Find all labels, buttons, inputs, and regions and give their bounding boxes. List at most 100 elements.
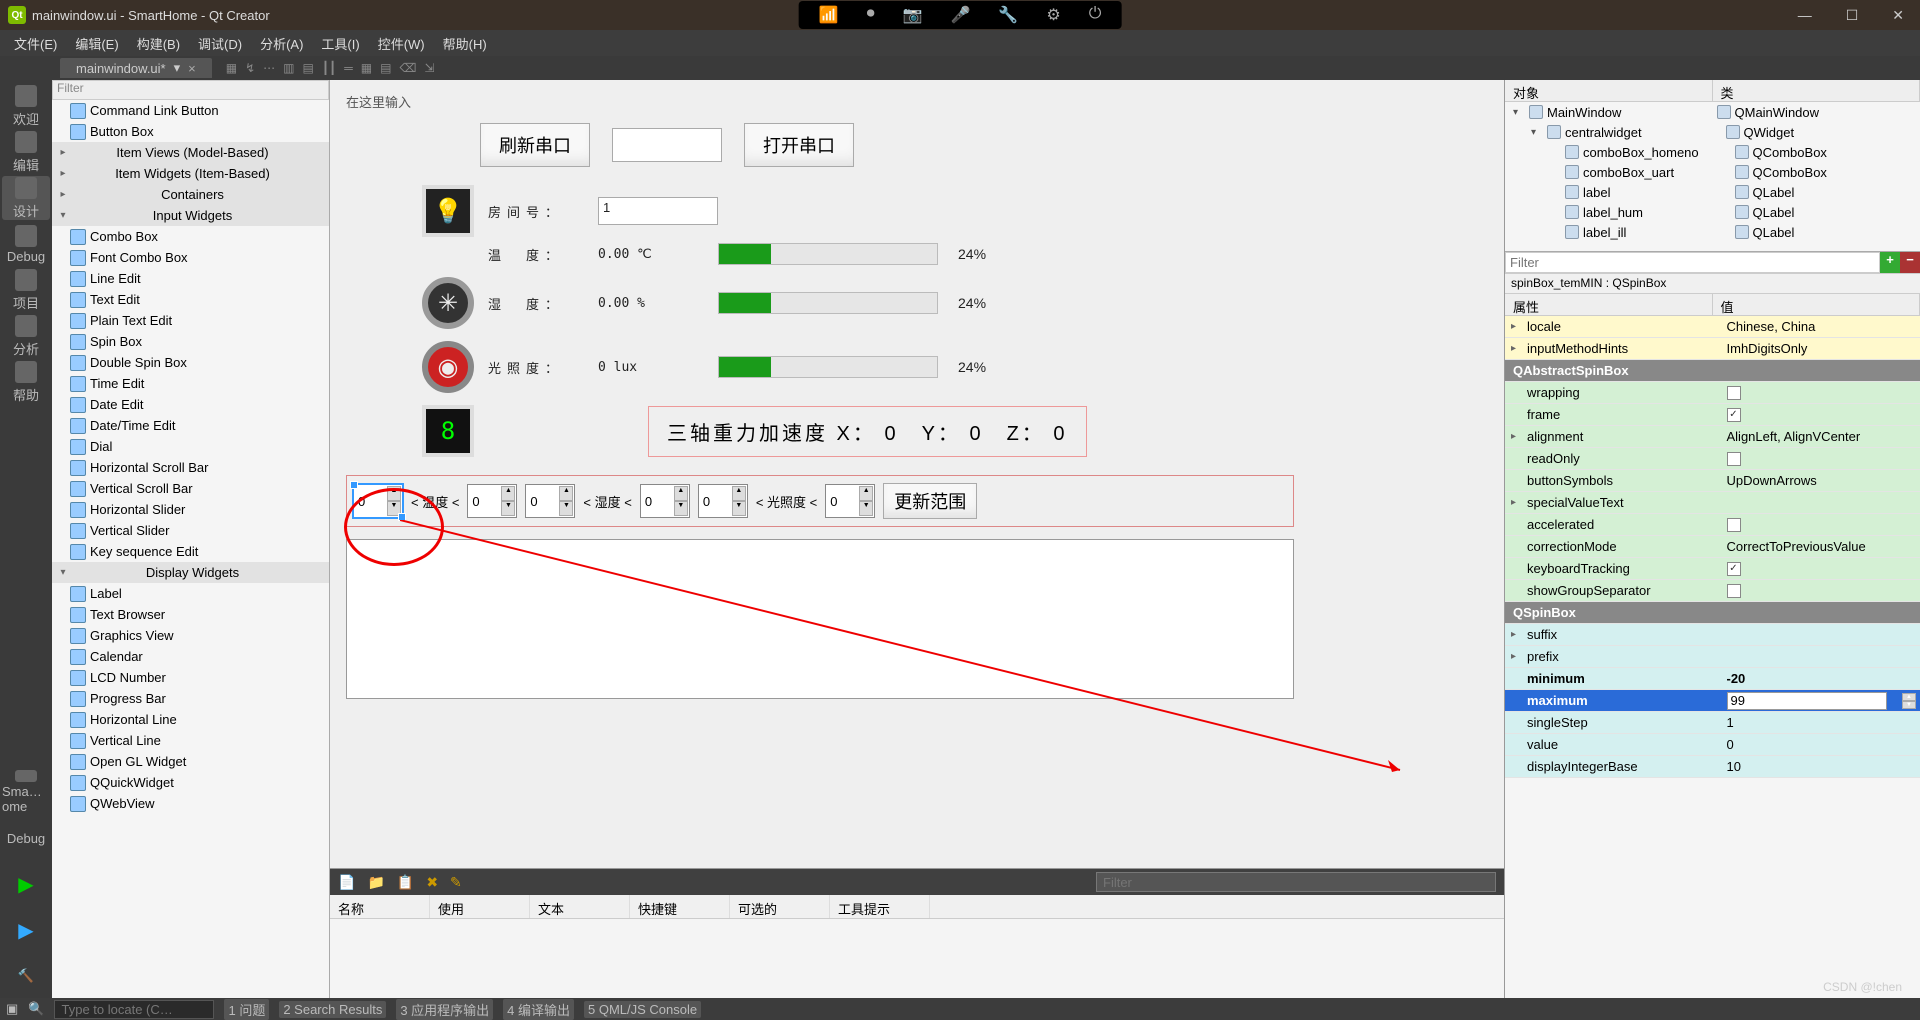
property-row[interactable]: maximum▲▼ — [1505, 690, 1920, 712]
property-value-input[interactable] — [1727, 692, 1887, 710]
wand-icon[interactable]: ✎ — [450, 874, 462, 891]
port-combobox[interactable] — [612, 128, 722, 162]
object-row[interactable]: ▾MainWindowQMainWindow — [1505, 102, 1920, 122]
delete-icon[interactable]: ✖ — [426, 874, 438, 891]
spinbox-temp-min[interactable]: 0▲▼ — [353, 484, 403, 518]
widgetbox-item[interactable]: Key sequence Edit — [52, 541, 329, 562]
property-row[interactable]: ▸specialValueText — [1505, 492, 1920, 514]
menu-file[interactable]: 文件(E) — [6, 31, 65, 56]
layout-v-icon[interactable]: ▤ — [302, 61, 313, 75]
layout-vsplit-icon[interactable]: ═ — [344, 61, 353, 75]
property-row[interactable]: frame✓ — [1505, 404, 1920, 426]
break-layout-icon[interactable]: ⌫ — [399, 61, 416, 75]
edit-buddies-icon[interactable]: ⋯ — [263, 61, 275, 75]
property-row[interactable]: readOnly — [1505, 448, 1920, 470]
object-row[interactable]: ▾centralwidgetQWidget — [1505, 122, 1920, 142]
widgetbox-item[interactable]: Vertical Scroll Bar — [52, 478, 329, 499]
widgetbox-item[interactable]: QWebView — [52, 793, 329, 814]
property-row[interactable]: ▸suffix — [1505, 624, 1920, 646]
property-row[interactable]: keyboardTracking✓ — [1505, 558, 1920, 580]
widgetbox-item[interactable]: Plain Text Edit — [52, 310, 329, 331]
log-textedit[interactable] — [346, 539, 1294, 699]
close-icon[interactable]: × — [188, 61, 196, 76]
widgetbox-item[interactable]: Vertical Line — [52, 730, 329, 751]
property-row[interactable]: buttonSymbolsUpDownArrows — [1505, 470, 1920, 492]
widgetbox-item[interactable]: Graphics View — [52, 625, 329, 646]
widgetbox-item[interactable]: Horizontal Scroll Bar — [52, 457, 329, 478]
property-row[interactable]: ▸localeChinese, China — [1505, 316, 1920, 338]
debug-run-button[interactable]: ▶ — [2, 908, 50, 952]
output-search[interactable]: 2 Search Results — [279, 1001, 386, 1018]
form-canvas[interactable]: 在这里输入 刷新串口 打开串口 💡 房间号： 1 温 度： — [330, 80, 1504, 868]
widgetbox-filter[interactable]: Filter — [52, 80, 329, 100]
build-button[interactable]: 🔨 — [2, 954, 50, 998]
mode-analyze[interactable]: 分析 — [2, 314, 50, 358]
build-config[interactable]: Debug — [2, 816, 50, 860]
edit-signals-icon[interactable]: ↯ — [245, 61, 255, 75]
folder-icon[interactable]: 📁 — [367, 874, 384, 891]
object-inspector[interactable]: ▾MainWindowQMainWindow▾centralwidgetQWid… — [1505, 102, 1920, 252]
property-row[interactable]: accelerated — [1505, 514, 1920, 536]
layout-form-icon[interactable]: ▤ — [380, 61, 391, 75]
menu-edit[interactable]: 编辑(E) — [67, 31, 126, 56]
camera-icon[interactable]: 📷 — [903, 5, 923, 25]
property-row[interactable]: QAbstractSpinBox — [1505, 360, 1920, 382]
record-icon[interactable]: ⏺ — [867, 5, 875, 25]
widgetbox-item[interactable]: QQuickWidget — [52, 772, 329, 793]
menu-debug[interactable]: 调试(D) — [190, 31, 250, 56]
property-row[interactable]: value0 — [1505, 734, 1920, 756]
widgetbox-category[interactable]: ▾Display Widgets — [52, 562, 329, 583]
widgetbox-item[interactable]: Date/Time Edit — [52, 415, 329, 436]
property-row[interactable]: ▸prefix — [1505, 646, 1920, 668]
property-row[interactable]: minimum-20 — [1505, 668, 1920, 690]
wrench-icon[interactable]: 🔧 — [998, 5, 1018, 25]
add-property-button[interactable]: + — [1880, 252, 1900, 273]
signal-icon[interactable]: 📶 — [819, 5, 839, 25]
mode-debug[interactable]: Debug — [2, 222, 50, 266]
mode-project[interactable]: 项目 — [2, 268, 50, 312]
layout-hsplit-icon[interactable]: ┃┃ — [322, 61, 336, 75]
copy-icon[interactable]: 📋 — [397, 874, 414, 891]
locator-input[interactable]: Type to locate (C… — [54, 1000, 214, 1019]
layout-h-icon[interactable]: ▥ — [283, 61, 294, 75]
maximize-button[interactable]: ☐ — [1838, 5, 1867, 26]
mode-edit[interactable]: 编辑 — [2, 130, 50, 174]
widgetbox-item[interactable]: Text Edit — [52, 289, 329, 310]
output-compile[interactable]: 4 编译输出 — [503, 999, 574, 1020]
update-range-button[interactable]: 更新范围 — [883, 483, 977, 519]
close-button[interactable]: ✕ — [1884, 5, 1912, 26]
bulb-icon[interactable]: 💡 — [422, 185, 474, 237]
run-button[interactable]: ▶ — [2, 862, 50, 906]
widgetbox-item[interactable]: Text Browser — [52, 604, 329, 625]
widgetbox-category[interactable]: ▾Input Widgets — [52, 205, 329, 226]
widgetbox-item[interactable]: Double Spin Box — [52, 352, 329, 373]
mode-design[interactable]: 设计 — [2, 176, 50, 220]
widgetbox-item[interactable]: Horizontal Slider — [52, 499, 329, 520]
open-port-button[interactable]: 打开串口 — [744, 123, 854, 167]
property-row[interactable]: ▸inputMethodHintsImhDigitsOnly — [1505, 338, 1920, 360]
edit-widgets-icon[interactable]: ▦ — [226, 61, 237, 75]
remove-property-button[interactable]: − — [1900, 252, 1920, 273]
widgetbox-item[interactable]: Button Box — [52, 121, 329, 142]
widgetbox-item[interactable]: Command Link Button — [52, 100, 329, 121]
widgetbox-item[interactable]: Open GL Widget — [52, 751, 329, 772]
widgetbox-category[interactable]: ▸Item Widgets (Item-Based) — [52, 163, 329, 184]
object-row[interactable]: comboBox_homenoQComboBox — [1505, 142, 1920, 162]
mic-icon[interactable]: 🎤 — [951, 5, 971, 25]
spinbox-lux-max[interactable]: 0▲▼ — [825, 484, 875, 518]
menu-help[interactable]: 帮助(H) — [435, 31, 495, 56]
property-editor[interactable]: ▸localeChinese, China▸inputMethodHintsIm… — [1505, 316, 1920, 998]
power-icon[interactable]: ⏻ — [1089, 5, 1102, 25]
menu-analyze[interactable]: 分析(A) — [252, 31, 311, 56]
spinbox-hum-min[interactable]: 0▲▼ — [525, 484, 575, 518]
fan-icon[interactable]: ✳ — [422, 277, 474, 329]
object-row[interactable]: comboBox_uartQComboBox — [1505, 162, 1920, 182]
menu-build[interactable]: 构建(B) — [129, 31, 188, 56]
kit-selector[interactable]: Sma…ome — [2, 770, 50, 814]
spinbox-lux-min[interactable]: 0▲▼ — [698, 484, 748, 518]
alarm-icon[interactable]: ◉ — [422, 341, 474, 393]
chevron-down-icon[interactable]: ▾ — [174, 60, 181, 76]
widgetbox-category[interactable]: ▸Containers — [52, 184, 329, 205]
widgetbox-item[interactable]: Vertical Slider — [52, 520, 329, 541]
sidebar-toggle-icon[interactable]: ▣ — [6, 1001, 18, 1017]
